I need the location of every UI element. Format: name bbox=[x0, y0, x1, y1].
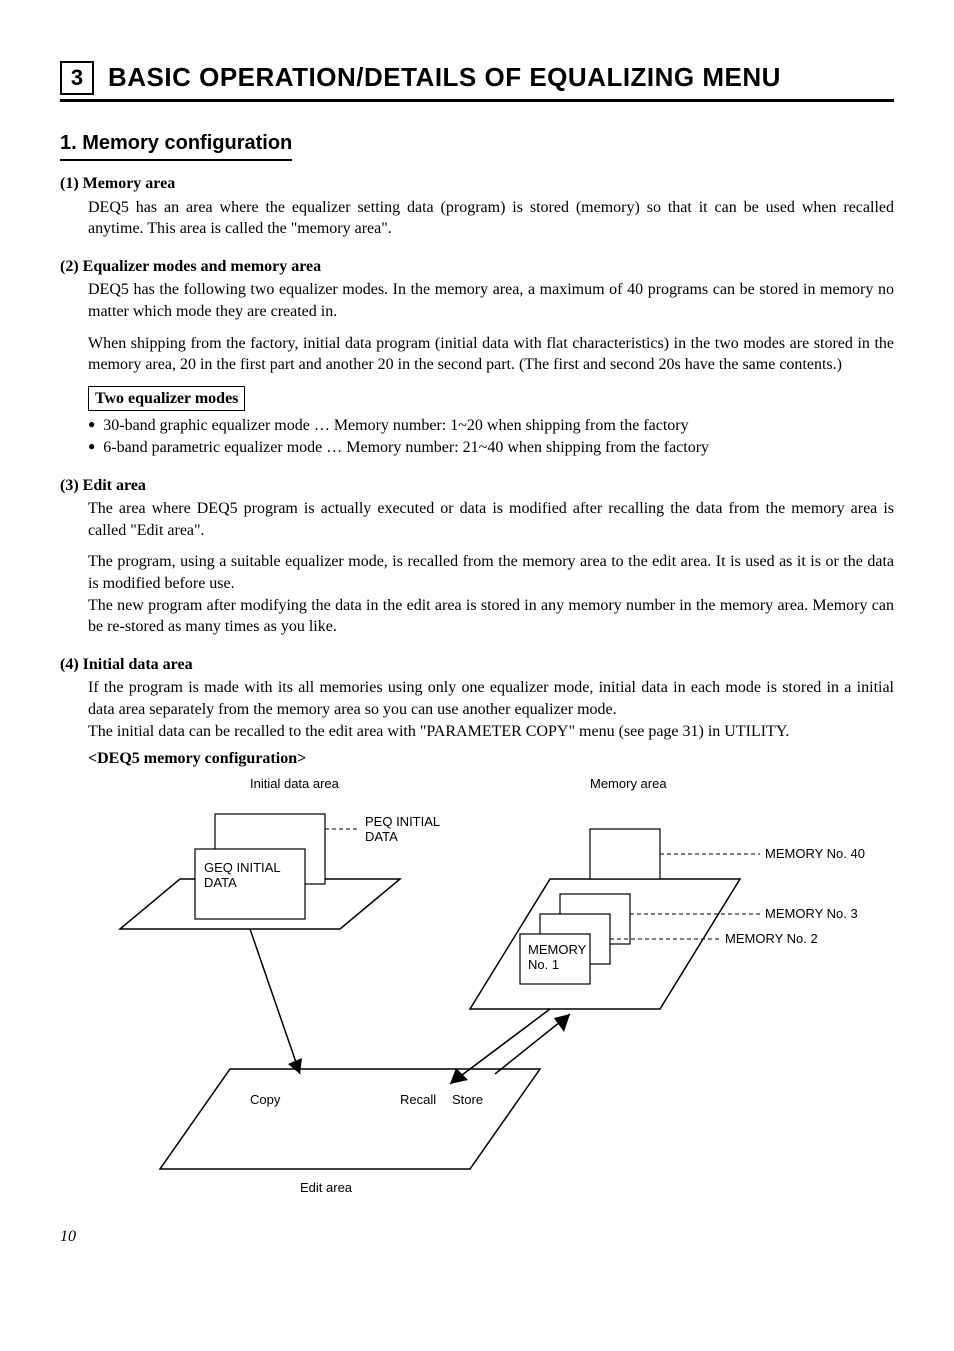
paragraph: DEQ5 has the following two equalizer mod… bbox=[88, 279, 894, 322]
diagram-mem3-label: MEMORY No. 3 bbox=[765, 906, 858, 921]
paragraph: The area where DEQ5 program is actually … bbox=[88, 498, 894, 541]
equalizer-mode-list: 30-band graphic equalizer mode … Memory … bbox=[88, 415, 894, 458]
chapter-heading: 3 BASIC OPERATION/DETAILS OF EQUALIZING … bbox=[60, 60, 894, 102]
diagram-label-memory-area: Memory area bbox=[590, 776, 667, 791]
diagram-copy-label: Copy bbox=[250, 1092, 281, 1107]
diagram-edit-label: Edit area bbox=[300, 1180, 353, 1195]
diagram-peq-label: PEQ INITIAL DATA bbox=[365, 814, 443, 844]
config-title: <DEQ5 memory configuration> bbox=[88, 748, 894, 770]
diagram-mem40-label: MEMORY No. 40 bbox=[765, 846, 865, 861]
chapter-title: BASIC OPERATION/DETAILS OF EQUALIZING ME… bbox=[108, 60, 781, 95]
subsection-equalizer-modes: (2) Equalizer modes and memory area DEQ5… bbox=[60, 256, 894, 459]
paragraph: When shipping from the factory, initial … bbox=[88, 333, 894, 376]
sub-heading-2: (2) Equalizer modes and memory area bbox=[60, 256, 894, 278]
section-title: 1. Memory configuration bbox=[60, 130, 292, 161]
diagram-recall-label: Recall bbox=[400, 1092, 436, 1107]
two-equalizer-modes-box: Two equalizer modes bbox=[88, 386, 245, 412]
list-item: 6-band parametric equalizer mode … Memor… bbox=[88, 437, 894, 459]
subsection-memory-area: (1) Memory area DEQ5 has an area where t… bbox=[60, 173, 894, 240]
page-number: 10 bbox=[60, 1226, 894, 1248]
diagram-store-label: Store bbox=[452, 1092, 483, 1107]
sub-heading-4: (4) Initial data area bbox=[60, 654, 894, 676]
diagram-label-initial-area: Initial data area bbox=[250, 776, 340, 791]
paragraph: The initial data can be recalled to the … bbox=[88, 721, 894, 743]
memory-configuration-diagram: Initial data area Memory area GEQ INITIA… bbox=[100, 774, 894, 1211]
subsection-edit-area: (3) Edit area The area where DEQ5 progra… bbox=[60, 475, 894, 638]
list-item: 30-band graphic equalizer mode … Memory … bbox=[88, 415, 894, 437]
diagram-mem2-label: MEMORY No. 2 bbox=[725, 931, 818, 946]
paragraph: The program, using a suitable equalizer … bbox=[88, 551, 894, 594]
chapter-number-box: 3 bbox=[60, 61, 94, 95]
paragraph: If the program is made with its all memo… bbox=[88, 677, 894, 720]
sub-heading-3: (3) Edit area bbox=[60, 475, 894, 497]
subsection-initial-data-area: (4) Initial data area If the program is … bbox=[60, 654, 894, 770]
chapter-number: 3 bbox=[71, 63, 83, 93]
paragraph: The new program after modifying the data… bbox=[88, 595, 894, 638]
sub-heading-1: (1) Memory area bbox=[60, 173, 894, 195]
paragraph: DEQ5 has an area where the equalizer set… bbox=[88, 197, 894, 240]
